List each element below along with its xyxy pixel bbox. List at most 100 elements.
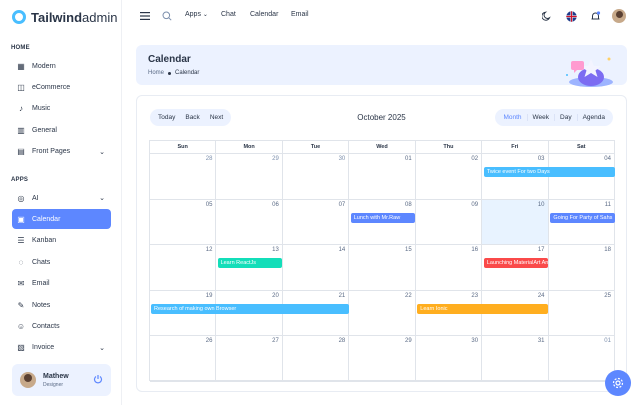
chevron-down-icon: ⌄ bbox=[99, 344, 105, 352]
page-header: Calendar Home Calendar bbox=[136, 45, 627, 87]
weekday-header-row: Sun Mon Tue Wed Thu Fri Sat bbox=[150, 141, 614, 154]
sidebar-item-calendar[interactable]: ▣ Calendar bbox=[12, 209, 111, 230]
sidebar-item-modern[interactable]: ▦ Modern bbox=[12, 56, 111, 76]
calendar-day-cell[interactable]: 31 bbox=[481, 336, 547, 381]
sidebar-item-label: Modern bbox=[32, 62, 56, 70]
sidebar-item-front-pages[interactable]: ▤ Front Pages ⌄ bbox=[12, 142, 111, 162]
calendar-day-cell[interactable]: 29 bbox=[348, 336, 414, 381]
calendar-day-cell[interactable]: 25 bbox=[547, 290, 614, 336]
sidebar-section-label: APPS bbox=[11, 177, 29, 183]
sidebar-item-email[interactable]: ✉ Email bbox=[12, 274, 111, 294]
calendar-grid: Sun Mon Tue Wed Thu Fri Sat 28 29 30 01 02 03 04 05 06… bbox=[149, 140, 615, 382]
calendar-day-cell[interactable]: 15 bbox=[348, 245, 414, 290]
contacts-icon: ☺ bbox=[16, 321, 26, 331]
day-number: 08 bbox=[405, 201, 412, 208]
power-icon[interactable] bbox=[93, 371, 103, 389]
weekday-header: Fri bbox=[481, 141, 547, 153]
calendar-day-cell[interactable]: 28 bbox=[281, 336, 348, 381]
breadcrumb-separator bbox=[168, 71, 172, 75]
view-agenda-button[interactable]: Agenda bbox=[576, 114, 610, 121]
calendar-link[interactable]: Calendar bbox=[250, 11, 278, 18]
brand-logo[interactable]: Tailwindadmin bbox=[12, 8, 117, 26]
day-number: 10 bbox=[537, 201, 545, 208]
day-number: 01 bbox=[405, 156, 412, 162]
view-week-button[interactable]: Week bbox=[526, 114, 555, 121]
sidebar-item-invoice[interactable]: ▧ Invoice ⌄ bbox=[12, 338, 111, 358]
day-number: 27 bbox=[272, 338, 279, 345]
calendar-day-cell[interactable]: 18 bbox=[547, 245, 614, 290]
view-month-button[interactable]: Month bbox=[498, 114, 526, 121]
breadcrumb-current: Calendar bbox=[175, 70, 200, 76]
sidebar-item-chats[interactable]: ◌ Chats bbox=[12, 252, 111, 272]
chat-link[interactable]: Chat bbox=[221, 11, 236, 18]
calendar-day-cell[interactable]: 26 bbox=[150, 336, 215, 381]
calendar-event[interactable]: Learn ReactJs bbox=[217, 258, 283, 269]
day-number: 05 bbox=[205, 201, 213, 208]
calendar-day-cell[interactable]: 12 bbox=[150, 245, 215, 290]
calendar-day-cell[interactable]: 05 bbox=[150, 200, 215, 245]
calendar-day-cell[interactable]: 10 bbox=[481, 199, 548, 245]
calendar-day-cell[interactable]: 14 bbox=[281, 245, 348, 290]
calendar-day-cell[interactable]: 22 bbox=[348, 290, 414, 336]
sidebar-item-notes[interactable]: ✎ Notes bbox=[12, 295, 111, 315]
sidebar-item-general[interactable]: ▥ General bbox=[12, 120, 111, 140]
calendar-day-cell[interactable]: 02 bbox=[414, 154, 481, 199]
search-icon[interactable] bbox=[161, 10, 173, 22]
sidebar-item-ecommerce[interactable]: ◫ eCommerce bbox=[12, 77, 111, 97]
settings-fab[interactable] bbox=[605, 370, 631, 396]
sidebar-item-label: Email bbox=[32, 280, 50, 288]
calendar-event[interactable]: Going For Party of Sahs bbox=[550, 212, 615, 223]
page-title: Calendar bbox=[148, 54, 191, 65]
chevron-down-icon: ⌄ bbox=[202, 12, 208, 18]
calendar-day-cell[interactable]: 06 bbox=[215, 199, 281, 245]
kanban-icon: ☰ bbox=[17, 236, 25, 246]
calendar-day-cell[interactable]: 28 bbox=[150, 154, 215, 199]
invoice-icon: ▧ bbox=[17, 343, 25, 353]
calendar-day-cell[interactable]: 29 bbox=[215, 154, 281, 199]
sidebar-item-ai[interactable]: ◎ AI ⌄ bbox=[12, 188, 111, 208]
day-number: 29 bbox=[405, 338, 412, 345]
calendar-day-cell[interactable]: 30 bbox=[414, 336, 481, 381]
day-number: 25 bbox=[604, 292, 611, 299]
day-number: 11 bbox=[604, 201, 611, 208]
calendar-event[interactable]: Research of making own Browser bbox=[151, 303, 349, 314]
calendar-day-cell[interactable]: 01 bbox=[547, 336, 614, 381]
sidebar-item-contacts[interactable]: ☺ Contacts bbox=[12, 316, 111, 336]
uk-flag-icon[interactable] bbox=[565, 10, 577, 22]
calendar-day-cell[interactable]: 01 bbox=[348, 154, 414, 199]
sidebar-item-music[interactable]: ♪ Music bbox=[12, 99, 111, 119]
day-number: 31 bbox=[537, 338, 545, 345]
logo-icon bbox=[12, 10, 26, 24]
apps-menu[interactable]: Apps ⌄ bbox=[185, 11, 208, 18]
calendar-event[interactable]: Lunch with Mr.Raw bbox=[350, 212, 416, 223]
sidebar-item-label: General bbox=[32, 126, 57, 134]
calendar-day-cell[interactable]: 16 bbox=[414, 245, 481, 290]
sidebar-item-kanban[interactable]: ☰ Kanban bbox=[12, 231, 111, 251]
calendar-event[interactable]: Learn Ionic bbox=[417, 303, 549, 314]
day-number: 06 bbox=[272, 201, 279, 208]
weekday-header: Tue bbox=[281, 141, 348, 153]
day-number: 07 bbox=[338, 201, 346, 208]
day-number: 03 bbox=[537, 156, 545, 162]
sidebar-item-label: Music bbox=[32, 105, 51, 113]
view-day-button[interactable]: Day bbox=[554, 114, 577, 121]
calendar-day-cell[interactable]: 09 bbox=[414, 199, 481, 245]
weekday-header: Wed bbox=[348, 141, 414, 153]
calendar-day-cell[interactable]: 27 bbox=[215, 336, 281, 381]
profile-avatar[interactable] bbox=[612, 9, 626, 23]
menu-icon[interactable] bbox=[139, 10, 151, 22]
weekday-header: Thu bbox=[414, 141, 481, 153]
breadcrumb-home[interactable]: Home bbox=[148, 70, 164, 76]
user-avatar bbox=[20, 372, 36, 388]
calendar-card: Today Back Next October 2025 Month Week Day A… bbox=[136, 95, 627, 392]
calendar-event[interactable]: Launching MaterialArt Angular bbox=[483, 258, 549, 269]
mail-icon: ✉ bbox=[17, 279, 25, 289]
weekday-header: Mon bbox=[215, 141, 281, 153]
sidebar-item-label: Notes bbox=[32, 301, 51, 309]
bell-icon[interactable] bbox=[589, 10, 601, 22]
calendar-day-cell[interactable]: 07 bbox=[281, 199, 348, 245]
moon-icon[interactable] bbox=[541, 10, 553, 22]
email-link[interactable]: Email bbox=[291, 11, 309, 18]
calendar-day-cell[interactable]: 30 bbox=[281, 154, 348, 199]
calendar-event[interactable]: Twice event For two Days bbox=[483, 167, 615, 177]
